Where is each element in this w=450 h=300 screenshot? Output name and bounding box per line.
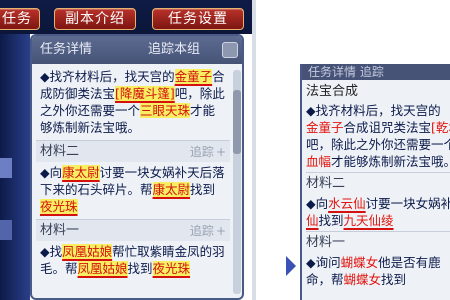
right-task-panel: 任务详情 追踪 法宝合成 ◆找齐材料后，找天宫的 金童子合成诅咒类法宝[乾坤 吧…: [300, 64, 450, 300]
task-detail-panel: 任务详情 追踪本组 ◆找齐材料后，找天宫的金童子合成防御类法宝[降魔斗篷]吧，除…: [30, 34, 244, 300]
top-toolbar: 任务 副本介绍 任务设置: [0, 0, 252, 34]
material-one-text: ◆找凤凰姑娘帮忙取紫睛金凤的羽毛。帮凤凰姑娘找到夜光珠: [36, 241, 230, 281]
npc-link-golden-boy[interactable]: 金童子: [174, 69, 213, 84]
right-panel-header: 任务详情 追踪: [302, 64, 450, 80]
npc-link-phoenix-girl[interactable]: 凤凰姑娘: [62, 244, 113, 259]
track-group-checkbox[interactable]: [222, 42, 238, 58]
task-list-item[interactable]: [0, 220, 12, 240]
material-two-track[interactable]: 追踪 +: [190, 141, 226, 163]
right-material-one-header[interactable]: 材料一: [306, 231, 450, 254]
right-material-two-text: ◆向水云仙讨要一块女娲补天后落下来的石头碎片。帮 仙找到九天仙绫: [306, 196, 450, 228]
right-npc-water-cloud[interactable]: 水云仙: [328, 196, 366, 211]
panel-body: ◆找齐材料后，找天宫的金童子合成防御类法宝[降魔斗篷]吧，除此之外你还需要一个三…: [36, 66, 230, 281]
right-material-two-header[interactable]: 材料二: [306, 172, 450, 195]
item-link-demon-cloak[interactable]: [降魔斗篷]: [115, 86, 175, 101]
dungeon-intro-button[interactable]: 副本介绍: [54, 8, 136, 30]
m1-text-1: ◆找: [40, 244, 63, 259]
material-two-label: 材料二: [40, 144, 80, 159]
right-npc-water-cloud-2[interactable]: 仙: [306, 213, 319, 228]
task-list-strip: [0, 34, 30, 300]
item-link-night-pearl[interactable]: 夜光珠: [40, 199, 78, 214]
intro-text-1: ◆找齐材料后，找天宫的: [40, 69, 175, 84]
right-item-sky-silk[interactable]: 九天仙绫: [344, 213, 394, 228]
intro-text: ◆找齐材料后，找天宫的金童子合成防御类法宝[降魔斗篷]吧，除此之外你还需要一个三…: [36, 66, 230, 140]
right-panel: 任务详情 追踪 法宝合成 ◆找齐材料后，找天宫的 金童子合成诅咒类法宝[乾坤 吧…: [256, 0, 450, 300]
expand-arrow-icon[interactable]: [286, 256, 296, 276]
right-subtitle: 法宝合成: [306, 84, 359, 99]
item-link-night-pearl-2[interactable]: 夜光珠: [152, 261, 191, 276]
track-group-label: 追踪本组: [148, 42, 201, 57]
m1-text-3: 找到: [127, 261, 153, 276]
right-material-one-text: ◆询问蝴蝶女他是否有鹿 命，帮蝴蝶女找到: [306, 255, 441, 287]
panel-title: 任务详情: [40, 42, 93, 57]
material-one-label: 材料一: [40, 223, 80, 238]
material-two-text: ◆向康太尉讨要一块女娲补天后落下来的石头碎片。帮康太尉找到夜光珠: [36, 162, 230, 219]
right-panel-body: 法宝合成 ◆找齐材料后，找天宫的 金童子合成诅咒类法宝[乾坤 吧，除此之外你还需…: [306, 82, 450, 288]
npc-link-kang-taiwei-2[interactable]: 康太尉: [152, 182, 191, 197]
material-one-track[interactable]: 追踪 +: [190, 220, 226, 242]
task-button[interactable]: 任务: [0, 8, 40, 30]
material-two-header[interactable]: 材料二 追踪 +: [36, 140, 230, 162]
right-npc-butterfly[interactable]: 蝴蝶女: [341, 255, 379, 270]
scrollbar-thumb[interactable]: [233, 90, 241, 154]
right-npc-butterfly-2[interactable]: 蝴蝶女: [344, 272, 382, 287]
task-list-highlight[interactable]: [0, 158, 12, 178]
right-npc-golden-boy[interactable]: 金童子: [306, 120, 344, 135]
right-item-blood-flag[interactable]: 血幅: [306, 154, 331, 169]
item-link-three-eye-bead[interactable]: 三眼天珠: [140, 103, 191, 118]
material-one-header[interactable]: 材料一 追踪 +: [36, 219, 230, 241]
panel-header: 任务详情 追踪本组: [32, 36, 242, 64]
right-item-qiankun[interactable]: [乾坤: [431, 120, 450, 135]
task-settings-button[interactable]: 任务设置: [152, 8, 244, 30]
npc-link-phoenix-girl-2[interactable]: 凤凰姑娘: [77, 261, 128, 276]
npc-link-kang-taiwei[interactable]: 康太尉: [62, 165, 100, 180]
m2-text-1: ◆向: [40, 165, 63, 180]
m2-text-3: 找到: [190, 182, 216, 197]
right-intro-text: ◆找齐材料后，找天宫的 金童子合成诅咒类法宝[乾坤 吧，除此之外你还需要一个 血…: [306, 102, 450, 170]
